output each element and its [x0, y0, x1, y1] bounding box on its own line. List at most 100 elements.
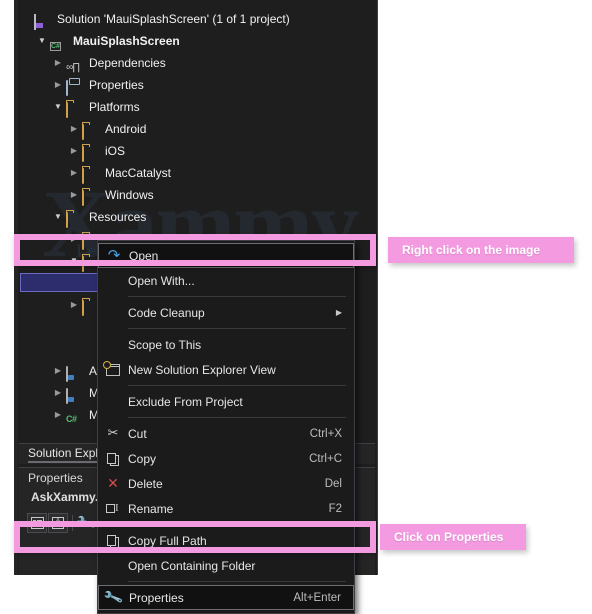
- chevron-right-icon[interactable]: ▶: [50, 52, 66, 74]
- menu-item-code-cleanup[interactable]: Code Cleanup ▶: [98, 300, 354, 325]
- tree-item-icon: [66, 363, 84, 382]
- chevron-down-icon[interactable]: ▼: [34, 30, 50, 52]
- tree-item-icon: C#: [66, 407, 84, 424]
- chevron-right-icon[interactable]: ▶: [50, 382, 66, 404]
- tree-item[interactable]: ▼ Platforms: [18, 96, 376, 118]
- open-arrow-icon: ↷: [107, 246, 121, 264]
- properties-selected-object: AskXammy.s: [31, 490, 105, 504]
- submenu-arrow-icon: ▶: [335, 308, 342, 317]
- tree-item-icon: [82, 187, 100, 206]
- menu-item-label: Copy: [128, 451, 157, 466]
- tree-item-label: Properties: [89, 78, 144, 92]
- chevron-down-icon[interactable]: ▼: [50, 206, 66, 228]
- tree-item[interactable]: ▶ iOS: [18, 140, 376, 162]
- menu-item-open-with[interactable]: Open With...: [98, 268, 354, 293]
- chevron-right-icon[interactable]: ▶: [50, 404, 66, 426]
- menu-item-shortcut: Del: [324, 477, 342, 490]
- tree-item-label: Platforms: [89, 100, 140, 114]
- menu-separator: [128, 328, 346, 329]
- copy-icon: [107, 534, 119, 548]
- menu-separator: [128, 524, 346, 525]
- csharp-file-icon: C#: [66, 414, 77, 424]
- chevron-right-icon[interactable]: ▶: [50, 360, 66, 382]
- dependencies-icon: ∞∏: [66, 62, 80, 73]
- annotation-right-click-image: Right click on the image: [388, 237, 574, 263]
- tree-item-label: Windows: [105, 188, 154, 202]
- tree-item[interactable]: ▼ C# MauiSplashScreen: [18, 30, 376, 52]
- menu-item-label: Open Containing Folder: [128, 558, 256, 573]
- tree-item-label: Resources: [89, 210, 147, 224]
- tree-item[interactable]: ▶ Properties: [18, 74, 376, 96]
- chevron-right-icon[interactable]: ▶: [50, 74, 66, 96]
- menu-item-exclude-from-project[interactable]: Exclude From Project: [98, 389, 354, 414]
- chevron-right-icon[interactable]: ▶: [66, 184, 82, 206]
- context-menu[interactable]: ↷ Open Open With... Code Cleanup ▶ Scope to T…: [97, 240, 355, 614]
- menu-item-copy[interactable]: Copy Ctrl+C: [98, 446, 354, 471]
- menu-item-copy-full-path[interactable]: Copy Full Path: [98, 528, 354, 553]
- menu-item-shortcut: Alt+Enter: [293, 591, 341, 604]
- menu-separator: [128, 296, 346, 297]
- menu-item-scope-to-this[interactable]: Scope to This: [98, 332, 354, 357]
- tree-item[interactable]: ▼ Resources: [18, 206, 376, 228]
- xaml-file-icon: [66, 388, 68, 404]
- chevron-down-icon[interactable]: ▼: [66, 250, 82, 272]
- annotation-click-properties: Click on Properties: [380, 524, 526, 550]
- tree-item-icon: [82, 143, 100, 162]
- menu-item-icon: [98, 357, 128, 382]
- folder-icon: [82, 190, 84, 206]
- tree-item[interactable]: ▶ Windows: [18, 184, 376, 206]
- tree-item[interactable]: ▶ MacCatalyst: [18, 162, 376, 184]
- tree-item[interactable]: ▶ Android: [18, 118, 376, 140]
- chevron-right-icon[interactable]: ▶: [66, 140, 82, 162]
- menu-separator: [128, 385, 346, 386]
- tree-item-icon: C#: [50, 33, 68, 51]
- menu-separator: [128, 581, 346, 582]
- chevron-right-icon[interactable]: ▶: [66, 294, 82, 316]
- menu-item-properties[interactable]: 🔧 Properties Alt+Enter: [98, 585, 354, 610]
- tree-item-icon: [66, 99, 84, 118]
- categorized-sort-button[interactable]: [27, 513, 47, 533]
- tree-item[interactable]: ▶ ∞∏ Dependencies: [18, 52, 376, 74]
- tree-item-icon: [66, 209, 84, 228]
- chevron-right-icon[interactable]: ▶: [66, 228, 82, 250]
- tree-item-icon: ∞∏: [66, 55, 84, 73]
- menu-item-delete[interactable]: ✕ Delete Del: [98, 471, 354, 496]
- tree-item-label: Dependencies: [89, 56, 166, 70]
- tree-item-icon: [66, 385, 84, 404]
- menu-item-shortcut: Ctrl+C: [309, 452, 342, 465]
- menu-item-label: Open With...: [128, 273, 195, 288]
- menu-item-label: Scope to This: [128, 337, 202, 352]
- properties-pane-title: Properties: [28, 471, 83, 485]
- menu-item-icon: [98, 389, 128, 414]
- cut-icon: ✂: [107, 426, 119, 441]
- menu-item-open[interactable]: ↷ Open: [98, 243, 354, 268]
- wrench-icon: 🔧: [103, 587, 125, 608]
- menu-item-icon: [98, 300, 128, 325]
- folder-icon: [82, 256, 84, 272]
- categorized-icon: [30, 517, 44, 529]
- alphabetical-sort-button[interactable]: AZ: [48, 513, 68, 533]
- chevron-right-icon[interactable]: ▶: [66, 162, 82, 184]
- chevron-right-icon[interactable]: ▶: [66, 118, 82, 140]
- properties-page-button[interactable]: 🔧: [76, 513, 98, 534]
- menu-item-label: Exclude From Project: [128, 394, 243, 409]
- folder-icon: [66, 102, 68, 118]
- tab-solution-explorer[interactable]: Solution Explo: [28, 446, 105, 463]
- tree-item-icon: [82, 121, 100, 140]
- new-solution-view-icon: [103, 360, 120, 376]
- tree-item-label: A: [89, 364, 98, 378]
- menu-item-rename[interactable]: Rename F2: [98, 496, 354, 521]
- folder-icon: [82, 146, 84, 162]
- tree-item[interactable]: Solution 'MauiSplashScreen' (1 of 1 proj…: [18, 8, 376, 30]
- menu-item-open-containing-folder[interactable]: Open Containing Folder: [98, 553, 354, 578]
- tree-item-icon: [82, 165, 100, 184]
- chevron-down-icon[interactable]: ▼: [50, 96, 66, 118]
- menu-item-label: Code Cleanup: [128, 305, 205, 320]
- tree-item-icon: [34, 11, 52, 30]
- menu-item-shortcut: Ctrl+X: [309, 427, 342, 440]
- menu-item-new-solution-explorer-view[interactable]: New Solution Explorer View: [98, 357, 354, 382]
- folder-icon: [82, 234, 84, 250]
- folder-icon: [82, 300, 84, 316]
- menu-item-icon: [98, 268, 128, 293]
- menu-item-cut[interactable]: ✂ Cut Ctrl+X: [98, 421, 354, 446]
